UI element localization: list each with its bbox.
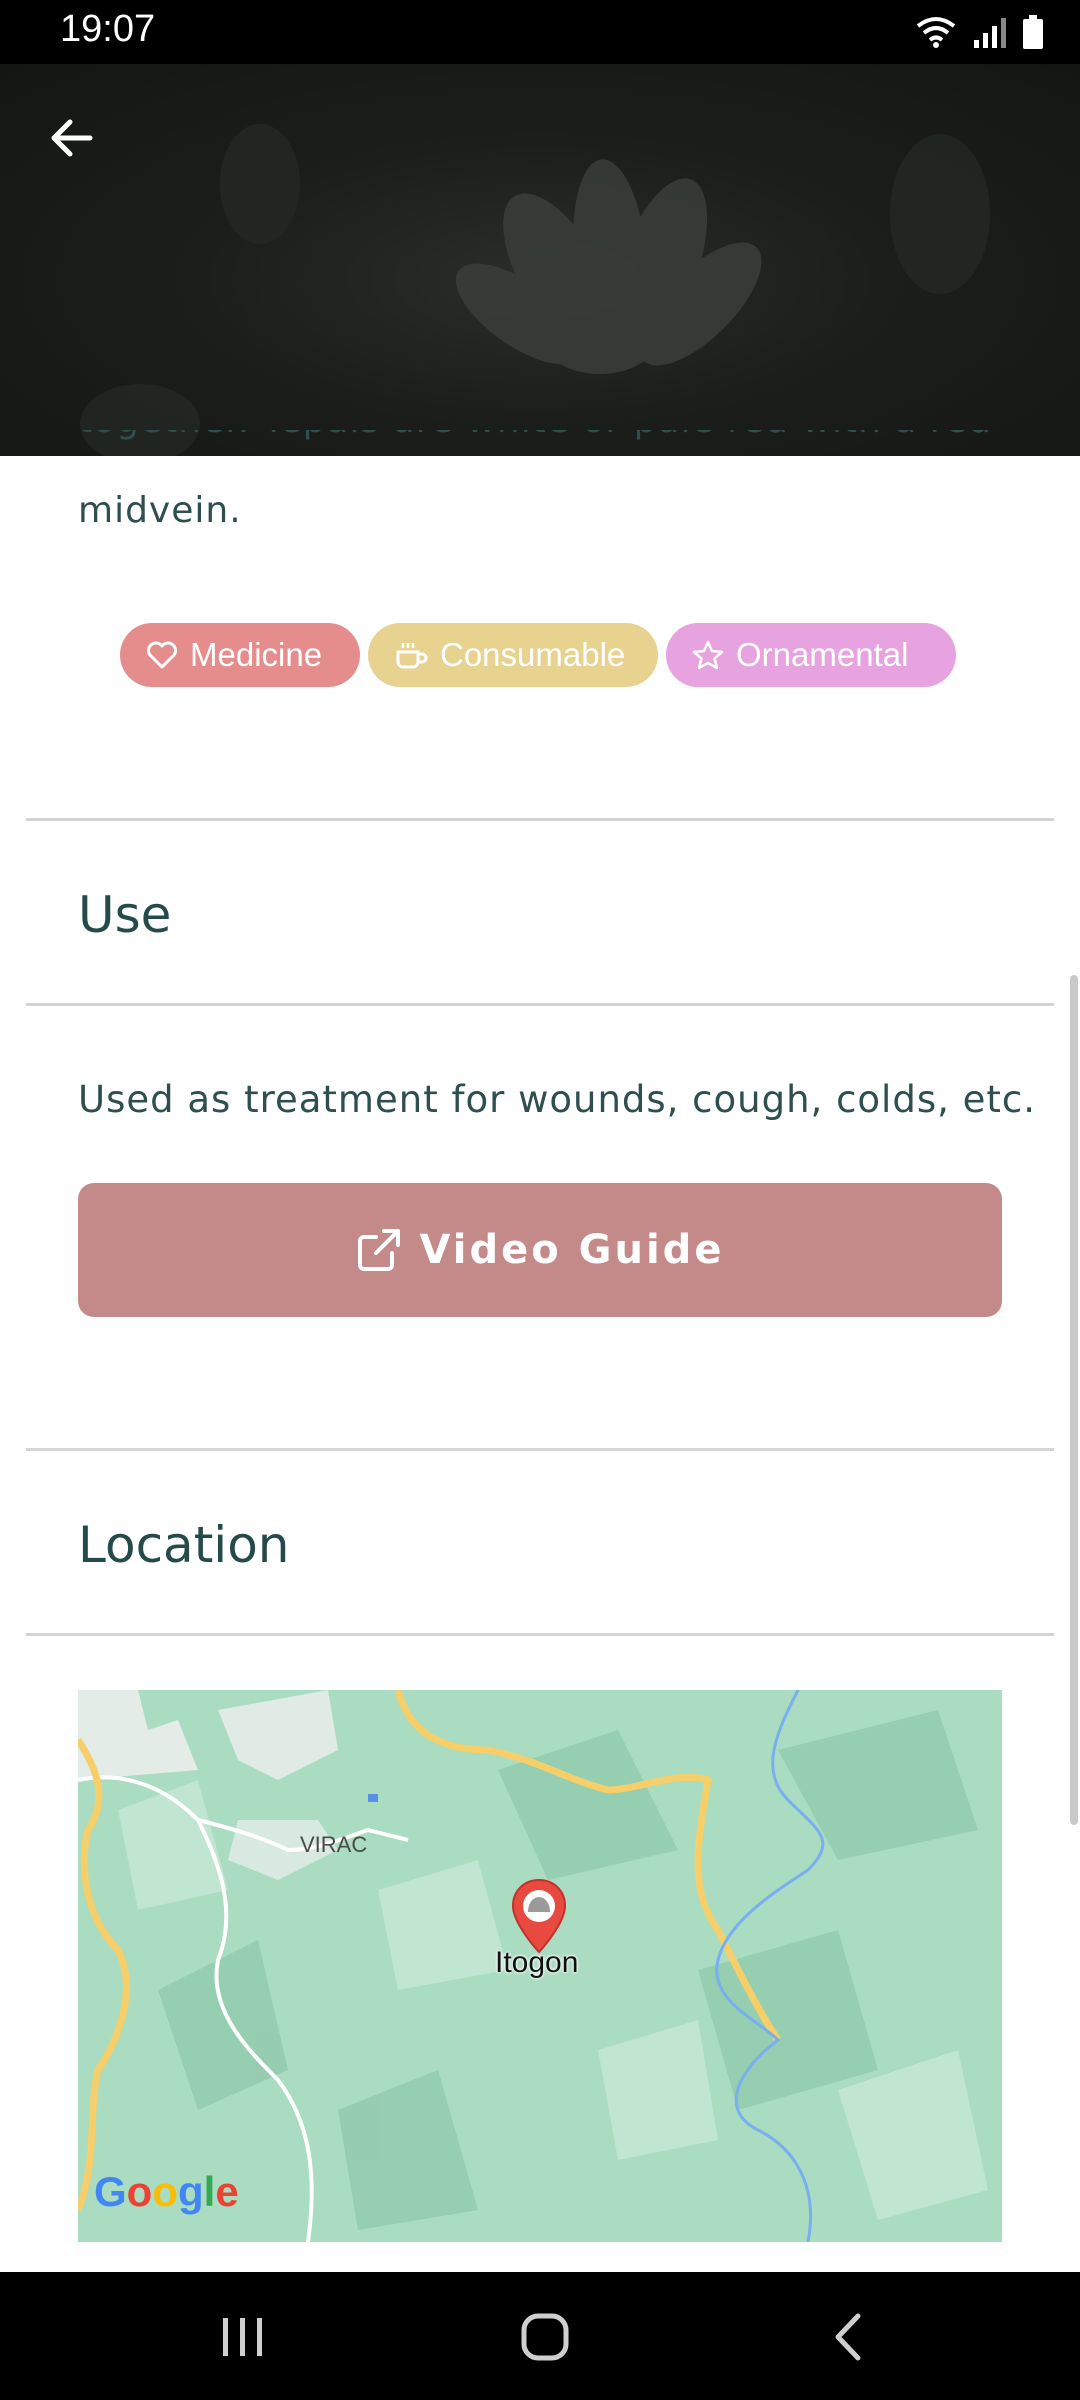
- plant-tags: Medicine Consumable Ornamental: [120, 623, 956, 687]
- home-button[interactable]: [505, 2302, 585, 2372]
- video-guide-button[interactable]: Video Guide: [78, 1183, 1002, 1317]
- heart-icon: [147, 641, 177, 669]
- map-place-label: Itogon: [495, 1946, 579, 1979]
- map-pin-icon[interactable]: [510, 1878, 568, 1954]
- cup-icon: [396, 643, 428, 669]
- divider: [26, 1633, 1054, 1636]
- scrollbar[interactable]: [1070, 975, 1078, 1825]
- google-logo: Google: [94, 2168, 239, 2215]
- recents-button[interactable]: [203, 2302, 283, 2372]
- divider: [26, 1003, 1054, 1006]
- tag-ornamental-label: Ornamental: [736, 636, 909, 673]
- system-nav-bar: [0, 2272, 1080, 2400]
- divider: [26, 1448, 1054, 1451]
- description-line-1: together. Tepals are white or pale red w…: [78, 430, 1002, 458]
- video-guide-label: Video Guide: [419, 1227, 725, 1273]
- tag-medicine: Medicine: [120, 623, 360, 687]
- back-arrow-icon[interactable]: [42, 106, 106, 170]
- status-bar: 19:07: [0, 0, 1080, 64]
- wifi-icon: [916, 17, 956, 48]
- back-button[interactable]: [808, 2302, 888, 2372]
- star-icon: [692, 640, 724, 670]
- tag-ornamental: Ornamental: [666, 623, 956, 687]
- plant-description: together. Tepals are white or pale red w…: [78, 430, 1002, 548]
- description-line-clipped: together. Tepals are white or pale red w…: [78, 430, 1002, 458]
- use-section-title: Use: [78, 886, 172, 944]
- tag-medicine-label: Medicine: [190, 636, 323, 673]
- map-area-label: VIRAC: [300, 1832, 368, 1857]
- battery-icon: [1023, 15, 1043, 49]
- home-icon: [521, 2313, 569, 2361]
- external-link-icon: [357, 1229, 400, 1271]
- status-time: 19:07: [60, 8, 156, 50]
- back-chevron-icon: [835, 2313, 861, 2361]
- description-line-2: midvein.: [78, 490, 242, 531]
- location-map[interactable]: VIRAC Itogon Google: [78, 1690, 1002, 2242]
- divider: [26, 818, 1054, 821]
- use-description: Used as treatment for wounds, cough, col…: [78, 1078, 1036, 1121]
- status-icons: [914, 12, 1044, 52]
- tag-consumable: Consumable: [368, 623, 658, 687]
- recents-icon: [223, 2318, 262, 2356]
- tag-consumable-label: Consumable: [440, 636, 626, 673]
- plant-hero-image: [0, 64, 1080, 456]
- signal-icon: [974, 18, 1006, 48]
- plant-flower-image: [80, 124, 990, 456]
- location-section-title: Location: [78, 1516, 290, 1574]
